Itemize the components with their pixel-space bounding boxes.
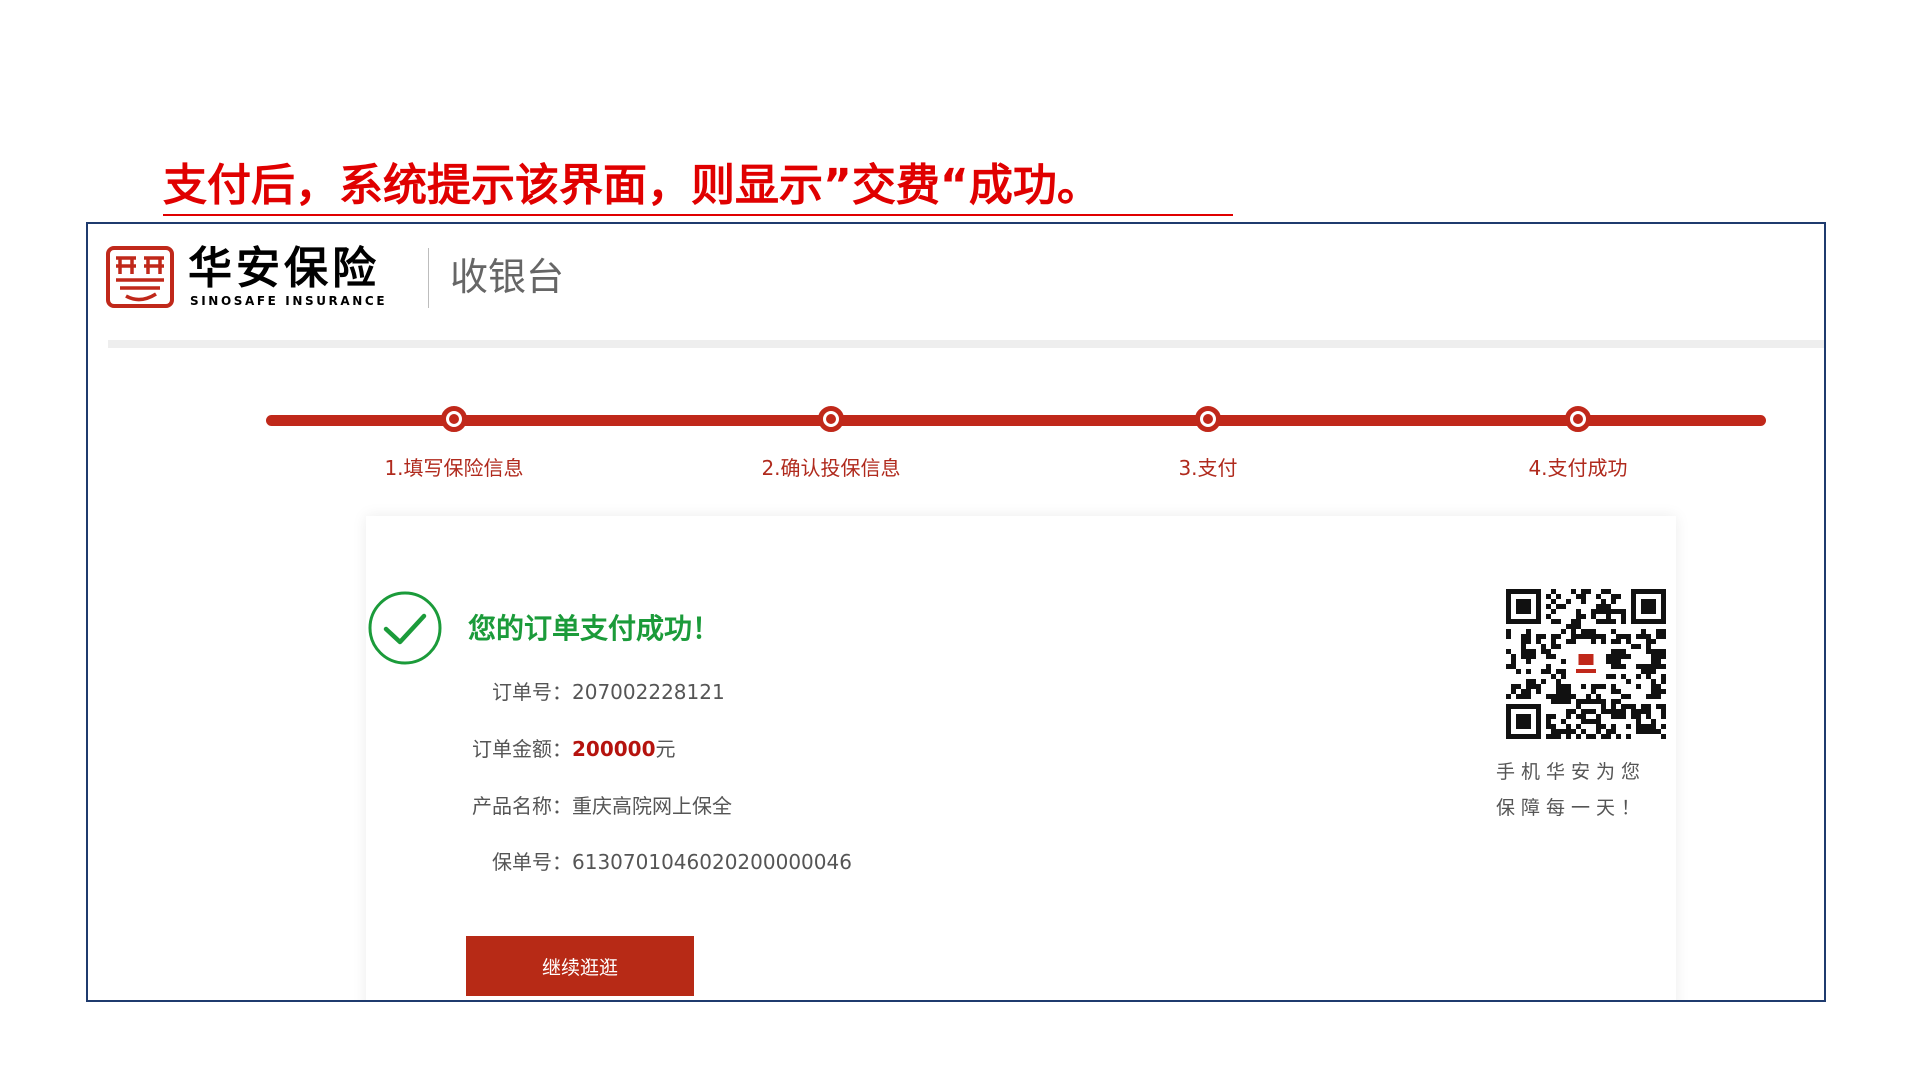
step-2-marker	[818, 406, 844, 432]
step-4-label: 4.支付成功	[1528, 456, 1628, 480]
progress-track	[266, 415, 1766, 426]
slide-caption: 支付后，系统提示该界面，则显示”交费“成功。	[163, 158, 1233, 216]
order-amount-row: 订单金额：200000元	[466, 733, 676, 762]
order-number-value: 207002228121	[572, 680, 725, 704]
step-1-marker	[441, 406, 467, 432]
brand-name-cn: 华安保险	[188, 243, 380, 294]
slide: 支付后，系统提示该界面，则显示”交费“成功。 华安保险 SINOSAFE INS…	[0, 0, 1920, 1080]
policy-number-row: 保单号：6130701046020200000046	[466, 846, 852, 875]
qr-caption: 手机华安为您 保障每一天！	[1496, 754, 1676, 826]
payment-result-card: 您的订单支付成功！ 订单号：207002228121 订单金额：200000元 …	[366, 516, 1676, 1000]
progress-steps: 1.填写保险信息 2.确认投保信息 3.支付 4.支付成功	[266, 394, 1766, 484]
policy-number-label: 保单号：	[492, 850, 572, 874]
continue-shopping-button[interactable]: 继续逛逛	[466, 936, 694, 996]
order-amount-value: 200000	[572, 737, 656, 761]
product-name-label: 产品名称：	[472, 794, 572, 818]
step-4-marker	[1565, 406, 1591, 432]
product-name-row: 产品名称：重庆高院网上保全	[466, 790, 732, 819]
qr-caption-line-2: 保障每一天！	[1496, 797, 1647, 819]
order-number-label: 订单号：	[492, 680, 572, 704]
step-3-marker	[1195, 406, 1221, 432]
header-divider	[428, 248, 429, 308]
step-1-label: 1.填写保险信息	[384, 456, 524, 480]
qr-code-icon[interactable]	[1506, 589, 1666, 739]
header-separator	[108, 340, 1824, 348]
product-name-value: 重庆高院网上保全	[572, 794, 732, 818]
cashier-screenshot: 华安保险 SINOSAFE INSURANCE 收银台 1.填写保险信息 2.确…	[86, 222, 1826, 1002]
check-circle-icon	[368, 591, 442, 665]
qr-caption-line-1: 手机华安为您	[1496, 761, 1647, 783]
sinosafe-seal-logo-icon[interactable]	[106, 246, 174, 308]
order-number-row: 订单号：207002228121	[466, 676, 725, 705]
success-message: 您的订单支付成功！	[468, 612, 721, 645]
step-3-label: 3.支付	[1178, 456, 1238, 480]
order-amount-label: 订单金额：	[472, 737, 572, 761]
order-amount-unit: 元	[655, 737, 676, 761]
site-header: 华安保险 SINOSAFE INSURANCE 收银台	[88, 224, 1824, 340]
page-title: 收银台	[450, 255, 565, 299]
brand-name-en: SINOSAFE INSURANCE	[190, 294, 388, 308]
step-2-label: 2.确认投保信息	[761, 456, 901, 480]
policy-number-value: 6130701046020200000046	[572, 850, 852, 874]
